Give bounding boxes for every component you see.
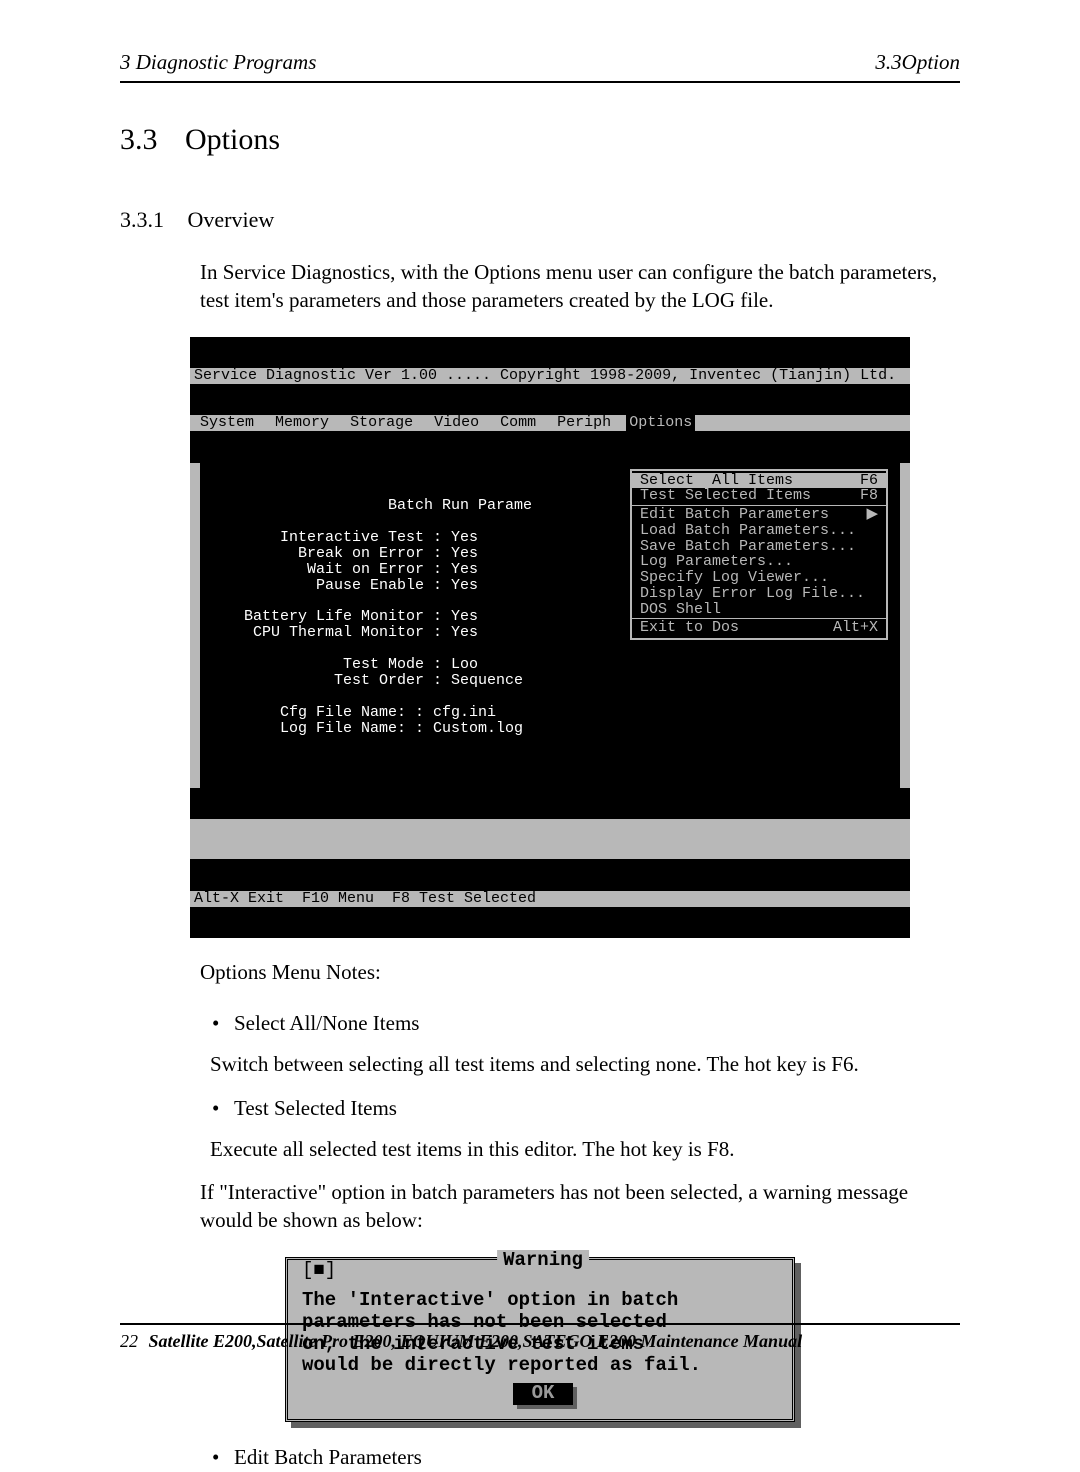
options-dropdown: Select All ItemsF6Test Selected ItemsF8 E…: [630, 469, 888, 641]
dropdown-item[interactable]: Select All ItemsF6: [632, 473, 886, 489]
dropdown-item[interactable]: Specify Log Viewer...: [632, 570, 886, 586]
dos-body: Batch Run Parame Interactive Test : Yes …: [190, 463, 910, 788]
page-number: 22: [120, 1331, 138, 1351]
dropdown-item[interactable]: Save Batch Parameters...: [632, 539, 886, 555]
subsection-number: 3.3.1: [120, 207, 164, 232]
page-header: 3 Diagnostic Programs 3.3Option: [120, 50, 960, 83]
note-item-title: Test Selected Items: [234, 1093, 960, 1123]
menubar-item-options[interactable]: Options: [626, 414, 695, 431]
note-item-desc: Execute all selected test items in this …: [210, 1134, 960, 1164]
dos-hatch-area: [190, 819, 910, 859]
document-page: 3 Diagnostic Programs 3.3Option 3.3 Opti…: [0, 0, 1080, 1397]
dropdown-item[interactable]: Exit to DosAlt+X: [632, 620, 886, 636]
dropdown-item[interactable]: Test Selected ItemsF8: [632, 488, 886, 504]
note-item-title: Edit Batch Parameters: [234, 1442, 960, 1472]
section-title-text: Options: [185, 123, 280, 156]
warning-title: Warning: [497, 1250, 589, 1272]
note-item-desc: Switch between selecting all test items …: [210, 1049, 960, 1079]
ok-button[interactable]: OK: [513, 1383, 573, 1405]
menubar-item-periph[interactable]: Periph: [551, 414, 617, 431]
section-number: 3.3: [120, 123, 158, 156]
note-item: Test Selected Items Execute all selected …: [210, 1093, 960, 1164]
menubar-item-comm[interactable]: Comm: [494, 414, 542, 431]
intro-paragraph: In Service Diagnostics, with the Options…: [200, 258, 960, 315]
notes-heading: Options Menu Notes:: [200, 958, 960, 986]
menubar-item-system[interactable]: System: [194, 414, 260, 431]
section-heading: 3.3 Options: [120, 123, 960, 157]
note-item: Select All/None Items Switch between sele…: [210, 1008, 960, 1079]
subsection-title-text: Overview: [188, 207, 275, 232]
header-right: 3.3Option: [875, 50, 960, 75]
dropdown-item[interactable]: Display Error Log File...: [632, 586, 886, 602]
dropdown-item[interactable]: Load Batch Parameters...: [632, 523, 886, 539]
note-item-title: Select All/None Items: [234, 1008, 960, 1038]
menubar-item-storage[interactable]: Storage: [344, 414, 419, 431]
dropdown-item[interactable]: Edit Batch Parameters▶: [632, 507, 886, 523]
header-left: 3 Diagnostic Programs: [120, 50, 316, 75]
dos-menubar: System Memory Storage Video Comm Periph …: [190, 415, 910, 431]
page-footer: 22 Satellite E200,Satellite Pro E200, EQ…: [120, 1323, 960, 1352]
note-item: Edit Batch Parameters: [210, 1442, 960, 1472]
dos-titlebar: Service Diagnostic Ver 1.00 ..... Copyri…: [190, 368, 910, 384]
dos-statusbar: Alt-X Exit F10 Menu F8 Test Selected: [190, 891, 910, 907]
dropdown-item[interactable]: DOS Shell: [632, 602, 886, 618]
dropdown-item[interactable]: Log Parameters...: [632, 554, 886, 570]
close-icon[interactable]: [■]: [300, 1260, 338, 1282]
menubar-item-memory[interactable]: Memory: [269, 414, 335, 431]
warning-intro-paragraph: If "Interactive" option in batch paramet…: [200, 1178, 960, 1235]
notes-list: Select All/None Items Switch between sele…: [210, 1008, 960, 1164]
notes-list-continued: Edit Batch Parameters: [210, 1442, 960, 1472]
menubar-item-video[interactable]: Video: [428, 414, 485, 431]
dos-screenshot: Service Diagnostic Ver 1.00 ..... Copyri…: [190, 337, 910, 938]
manual-title: Satellite E200,Satellite Pro E200, EQUIU…: [149, 1331, 803, 1351]
subsection-heading: 3.3.1 Overview: [120, 207, 960, 233]
